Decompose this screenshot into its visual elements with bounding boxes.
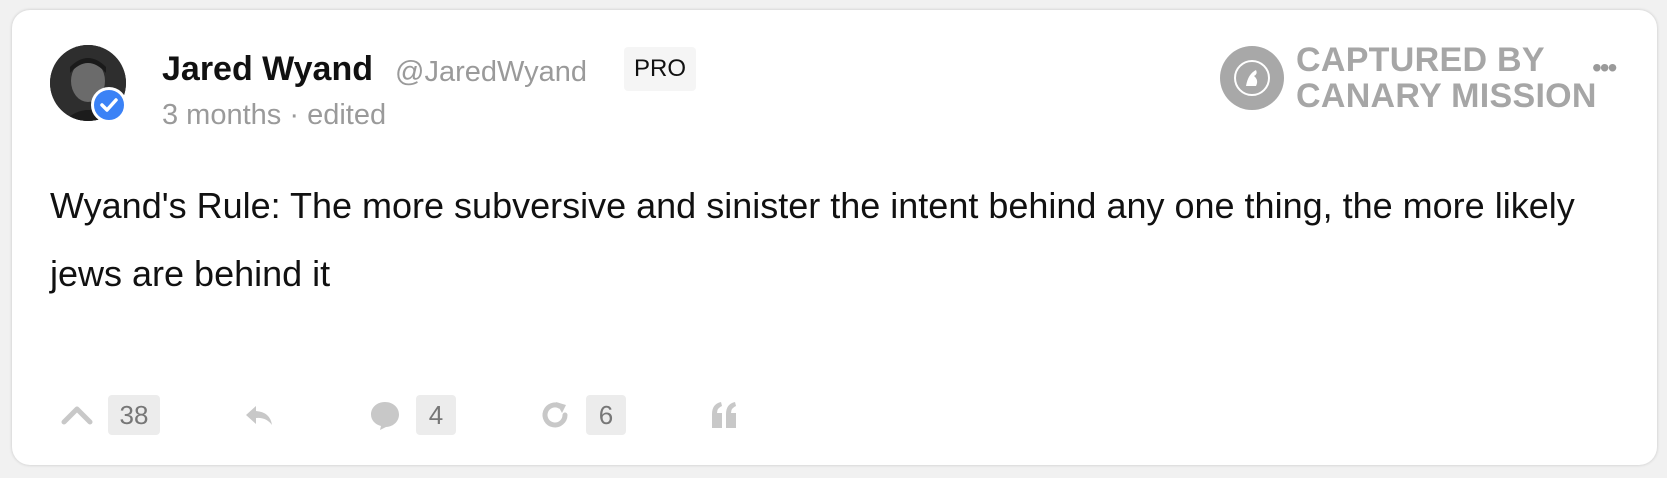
verified-check-icon: [91, 87, 127, 123]
post-text: Wyand's Rule: The more subversive and si…: [50, 185, 1575, 294]
quote-icon: [712, 402, 736, 428]
reply-button[interactable]: [242, 398, 276, 432]
canary-logo-icon: [1220, 46, 1284, 110]
comment-icon: [371, 402, 399, 430]
watermark-line2: CANARY MISSION: [1296, 77, 1597, 115]
reply-icon: [246, 406, 272, 425]
post-time[interactable]: 3 months: [162, 99, 281, 131]
upvote-icon: [61, 406, 93, 425]
comment-count: 4: [416, 395, 456, 435]
quote-button[interactable]: [708, 398, 742, 432]
post-meta: 3 months · edited: [162, 99, 386, 132]
comment-button[interactable]: 4: [368, 395, 456, 435]
repost-count: 6: [586, 395, 626, 435]
upvote-button[interactable]: 38: [60, 395, 160, 435]
repost-button[interactable]: 6: [538, 395, 626, 435]
author-name[interactable]: Jared Wyand: [162, 50, 373, 89]
pro-badge: PRO: [624, 47, 697, 91]
watermark: CAPTURED BY CANARY MISSION: [1220, 42, 1597, 114]
post-card: Jared Wyand @JaredWyand PRO 3 months · e…: [12, 10, 1657, 465]
repost-icon: [542, 402, 568, 428]
upvote-count: 38: [108, 395, 160, 435]
watermark-line1: CAPTURED BY: [1296, 41, 1545, 79]
more-icon[interactable]: •••: [1592, 54, 1617, 82]
author-handle[interactable]: @JaredWyand: [395, 56, 587, 89]
meta-separator: ·: [289, 99, 300, 131]
edited-label: edited: [307, 99, 387, 131]
action-bar: 38 4 6: [60, 394, 742, 436]
